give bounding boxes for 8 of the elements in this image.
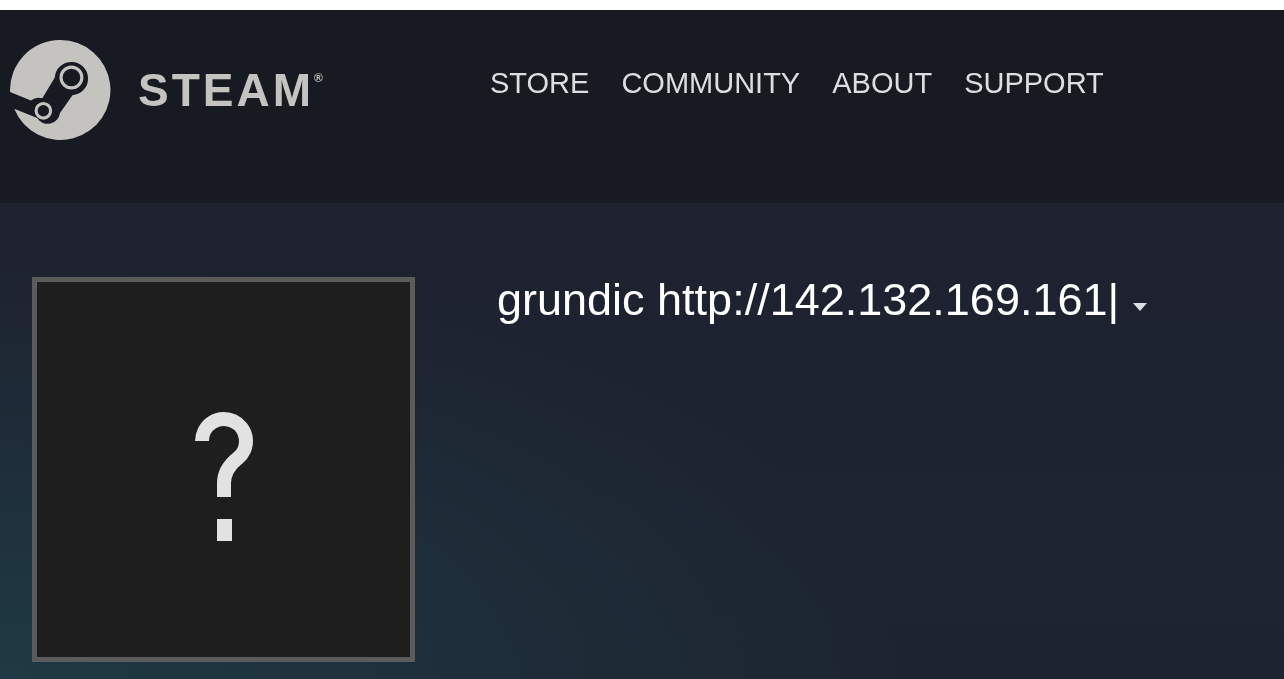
nav-link[interactable]: COMMUNITY <box>621 68 801 100</box>
profile-name: grundic http://142.132.169.161| <box>497 273 1120 327</box>
nav-link[interactable]: ABOUT <box>832 68 933 100</box>
question-mark-icon <box>193 410 254 541</box>
caret-icon[interactable] <box>1133 303 1148 312</box>
nav-link[interactable]: STORE <box>490 68 590 100</box>
steam-wordmark[interactable]: STEAM$^{®}$ <box>138 67 323 113</box>
nav-link[interactable]: SUPPORT <box>964 68 1104 100</box>
